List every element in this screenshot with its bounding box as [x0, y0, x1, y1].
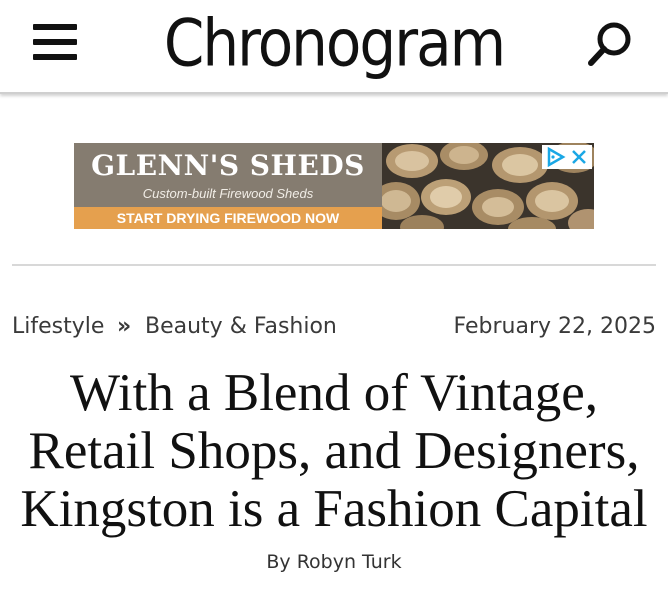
ad-banner[interactable]: GLENN'S SHEDS Custom-built Firewood Shed… — [74, 143, 594, 229]
title-line: With a Blend of Vintage, — [69, 364, 598, 422]
byline: By Robyn Turk — [0, 551, 668, 573]
breadcrumb-subcategory[interactable]: Beauty & Fashion — [145, 313, 337, 341]
breadcrumb-category[interactable]: Lifestyle — [12, 313, 104, 341]
ad-cta[interactable]: START DRYING FIREWOOD NOW — [74, 207, 382, 229]
firewood-logs-image — [372, 143, 594, 229]
search-icon[interactable] — [585, 18, 637, 70]
ad-title: GLENN'S SHEDS — [91, 149, 365, 182]
site-logo[interactable]: Chronogram — [150, 2, 518, 85]
close-icon[interactable] — [569, 147, 589, 167]
article-date: February 22, 2025 — [453, 314, 656, 339]
byline-prefix: By — [266, 551, 291, 573]
site-header: Chronogram — [0, 0, 668, 94]
title-line: Retail Shops, and Designers, — [28, 422, 640, 480]
ad-text-panel: GLENN'S SHEDS Custom-built Firewood Shed… — [74, 143, 382, 229]
article-title: With a Blend of Vintage, Retail Shops, a… — [0, 364, 668, 538]
author-link[interactable]: Robyn Turk — [297, 551, 402, 573]
title-line: Kingston is a Fashion Capital — [20, 480, 648, 538]
ad-badge — [542, 145, 592, 169]
section-divider — [12, 264, 656, 266]
ad-subtitle: Custom-built Firewood Sheds — [142, 186, 314, 201]
hamburger-menu-icon[interactable] — [33, 23, 77, 63]
adchoices-icon[interactable] — [545, 146, 567, 168]
breadcrumb-separator: » — [117, 314, 132, 339]
